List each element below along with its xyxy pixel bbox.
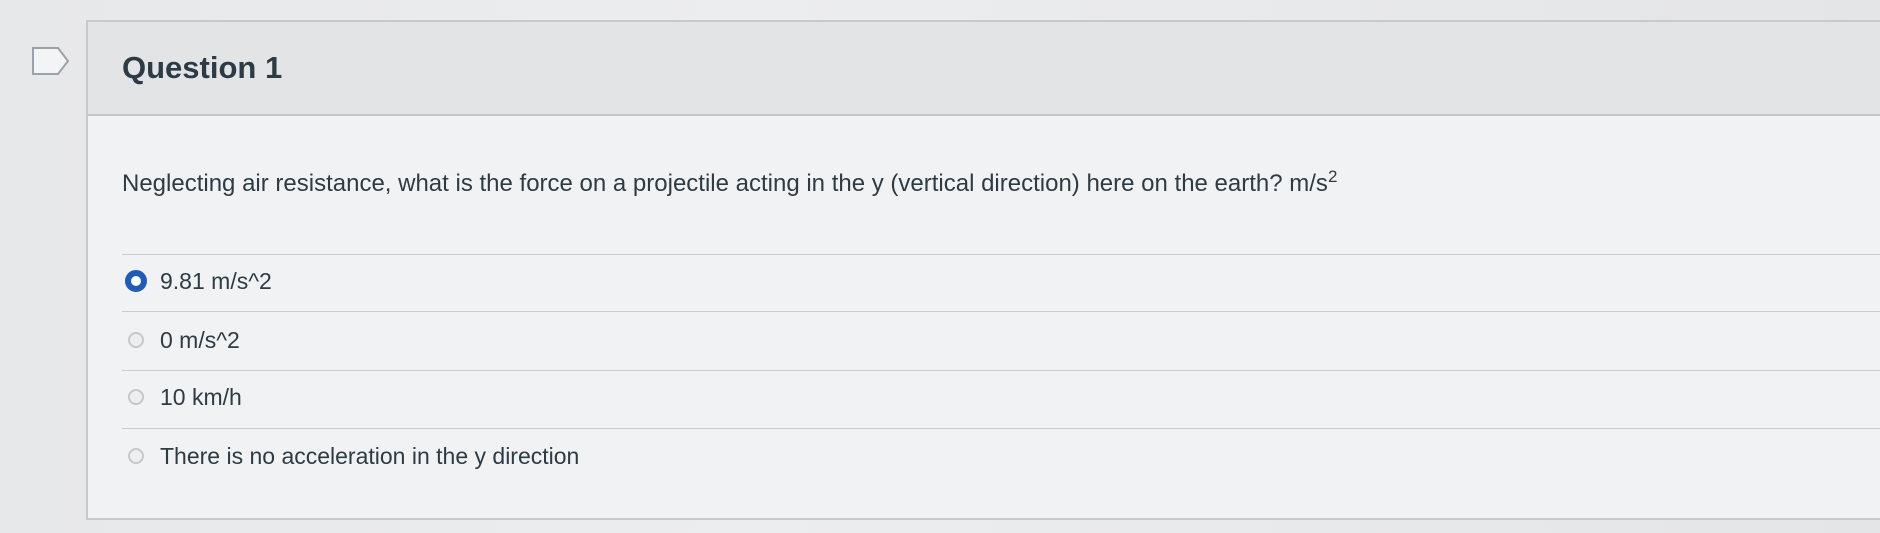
- answer-divider: [122, 311, 1880, 312]
- question-text-superscript: 2: [1327, 167, 1338, 186]
- radio-selected-icon[interactable]: [125, 270, 147, 292]
- answer-label: 10 km/h: [160, 383, 242, 410]
- question-text-main: Neglecting air resistance, what is the f…: [122, 170, 1328, 197]
- answer-label: 9.81 m/s^2: [160, 267, 272, 294]
- answer-divider: [122, 370, 1880, 371]
- question-card: Question 1 Neglecting air resistance, wh…: [86, 20, 1880, 520]
- question-header: Question 1: [88, 22, 1880, 116]
- answers-top-divider: [122, 254, 1880, 255]
- radio-unselected-icon[interactable]: [128, 389, 144, 405]
- answer-divider: [122, 428, 1880, 429]
- answer-option-1[interactable]: 9.81 m/s^2: [125, 258, 272, 304]
- quiz-page: Question 1 Neglecting air resistance, wh…: [0, 0, 1880, 533]
- flag-question-icon[interactable]: [30, 46, 72, 76]
- answer-option-2[interactable]: 0 m/s^2: [128, 317, 240, 363]
- answer-label: There is no acceleration in the y direct…: [160, 442, 580, 469]
- radio-unselected-icon[interactable]: [128, 448, 144, 464]
- question-title: Question 1: [122, 50, 283, 85]
- question-text: Neglecting air resistance, what is the f…: [122, 167, 1337, 198]
- answer-label: 0 m/s^2: [160, 326, 240, 353]
- radio-unselected-icon[interactable]: [128, 332, 144, 348]
- answer-option-4[interactable]: There is no acceleration in the y direct…: [128, 433, 579, 479]
- answer-option-3[interactable]: 10 km/h: [128, 374, 242, 420]
